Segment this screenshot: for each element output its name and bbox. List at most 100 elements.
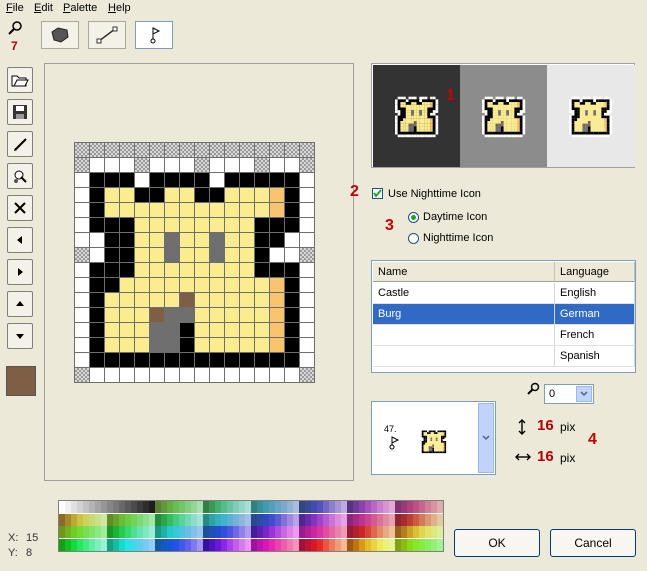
pixel-cell[interactable] (120, 323, 135, 338)
pixel-cell[interactable] (225, 338, 240, 353)
pixel-cell[interactable] (240, 353, 255, 368)
pixel-cell[interactable] (120, 218, 135, 233)
pixel-cell[interactable] (135, 188, 150, 203)
pixel-cell[interactable] (120, 338, 135, 353)
pixel-cell[interactable] (285, 338, 300, 353)
pixel-cell[interactable] (210, 368, 225, 383)
pixel-cell[interactable] (270, 173, 285, 188)
pixel-cell[interactable] (150, 368, 165, 383)
pixel-cell[interactable] (75, 293, 90, 308)
pixel-cell[interactable] (300, 293, 315, 308)
pencil-button[interactable] (7, 131, 33, 157)
pixel-cell[interactable] (225, 218, 240, 233)
pixel-cell[interactable] (120, 233, 135, 248)
pixel-cell[interactable] (135, 368, 150, 383)
menu-edit[interactable]: Edit (34, 2, 53, 14)
pixel-cell[interactable] (135, 353, 150, 368)
pixel-cell[interactable] (75, 308, 90, 323)
pixel-cell[interactable] (105, 368, 120, 383)
pixel-cell[interactable] (75, 233, 90, 248)
pixel-cell[interactable] (180, 323, 195, 338)
pixel-cell[interactable] (165, 203, 180, 218)
pixel-cell[interactable] (105, 338, 120, 353)
pixel-cell[interactable] (90, 158, 105, 173)
pixel-cell[interactable] (105, 188, 120, 203)
pixel-cell[interactable] (75, 203, 90, 218)
pixel-cell[interactable] (165, 233, 180, 248)
current-color-swatch[interactable] (6, 366, 36, 396)
pixel-cell[interactable] (210, 338, 225, 353)
pixel-cell[interactable] (180, 218, 195, 233)
clear-button[interactable] (7, 195, 33, 221)
pixel-cell[interactable] (90, 278, 105, 293)
palette-swatch[interactable] (437, 501, 443, 513)
pixel-editor-grid[interactable] (74, 142, 315, 383)
pixel-cell[interactable] (210, 293, 225, 308)
pixel-cell[interactable] (90, 323, 105, 338)
pixel-cell[interactable] (255, 248, 270, 263)
table-row[interactable]: Burg German (373, 304, 635, 325)
pixel-cell[interactable] (135, 158, 150, 173)
column-header-language[interactable]: Language (555, 262, 635, 282)
pixel-cell[interactable] (255, 188, 270, 203)
pixel-cell[interactable] (120, 158, 135, 173)
table-row[interactable]: French (373, 325, 635, 346)
pixel-cell[interactable] (105, 233, 120, 248)
palette-swatch[interactable] (437, 513, 443, 526)
pixel-cell[interactable] (285, 203, 300, 218)
pixel-cell[interactable] (75, 263, 90, 278)
pixel-cell[interactable] (195, 338, 210, 353)
pixel-cell[interactable] (210, 203, 225, 218)
pixel-cell[interactable] (225, 368, 240, 383)
pixel-cell[interactable] (195, 143, 210, 158)
pixel-cell[interactable] (300, 368, 315, 383)
pixel-cell[interactable] (195, 158, 210, 173)
pixel-cell[interactable] (165, 248, 180, 263)
color-palette[interactable] (58, 500, 444, 552)
pixel-cell[interactable] (90, 308, 105, 323)
pixel-cell[interactable] (165, 158, 180, 173)
pixel-cell[interactable] (90, 218, 105, 233)
pixel-cell[interactable] (285, 143, 300, 158)
pixel-cell[interactable] (150, 323, 165, 338)
pixel-cell[interactable] (225, 188, 240, 203)
pixel-cell[interactable] (165, 338, 180, 353)
pixel-cell[interactable] (210, 188, 225, 203)
pixel-cell[interactable] (285, 353, 300, 368)
pixel-cell[interactable] (120, 263, 135, 278)
pixel-cell[interactable] (195, 218, 210, 233)
pixel-cell[interactable] (150, 263, 165, 278)
pixel-cell[interactable] (75, 218, 90, 233)
pixel-cell[interactable] (240, 218, 255, 233)
pixel-cell[interactable] (255, 218, 270, 233)
pixel-cell[interactable] (180, 188, 195, 203)
pixel-cell[interactable] (150, 248, 165, 263)
pixel-cell[interactable] (90, 248, 105, 263)
pixel-cell[interactable] (285, 188, 300, 203)
pixel-cell[interactable] (105, 248, 120, 263)
pixel-cell[interactable] (195, 248, 210, 263)
palette-swatch[interactable] (437, 538, 443, 551)
pixel-cell[interactable] (225, 323, 240, 338)
pixel-cell[interactable] (150, 353, 165, 368)
pixel-cell[interactable] (165, 308, 180, 323)
pixel-cell[interactable] (255, 158, 270, 173)
pixel-cell[interactable] (285, 233, 300, 248)
pixel-cell[interactable] (285, 323, 300, 338)
pixel-cell[interactable] (75, 158, 90, 173)
pixel-cell[interactable] (135, 143, 150, 158)
pixel-cell[interactable] (75, 143, 90, 158)
zoom-select[interactable]: 0 (544, 384, 594, 404)
pixel-cell[interactable] (300, 353, 315, 368)
menu-palette[interactable]: Palette (63, 2, 97, 14)
pixel-cell[interactable] (300, 323, 315, 338)
pixel-cell[interactable] (270, 143, 285, 158)
pixel-cell[interactable] (75, 173, 90, 188)
pixel-cell[interactable] (105, 293, 120, 308)
pixel-cell[interactable] (270, 293, 285, 308)
pixel-cell[interactable] (90, 353, 105, 368)
pixel-cell[interactable] (255, 353, 270, 368)
pixel-cell[interactable] (210, 353, 225, 368)
pixel-cell[interactable] (135, 338, 150, 353)
pixel-cell[interactable] (255, 263, 270, 278)
